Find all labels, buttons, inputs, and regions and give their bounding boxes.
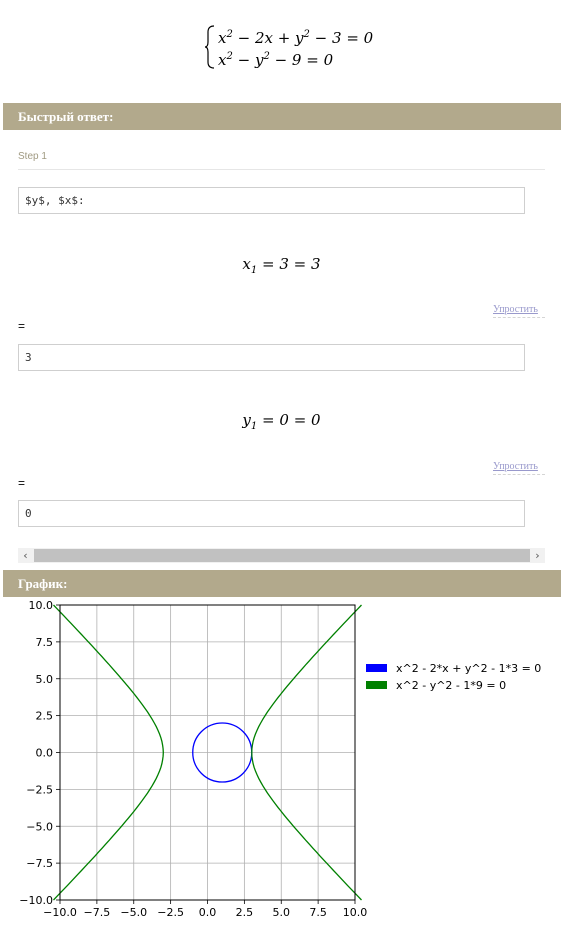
step-label: Step 1 [18, 151, 47, 162]
plot-grid [59, 604, 356, 901]
simplify-link-y[interactable]: Упростить [493, 461, 545, 475]
legend-label: x^2 - 2*x + y^2 - 1*3 = 0 [396, 662, 541, 675]
x-tick-label: −10.0 [43, 906, 77, 919]
horizontal-scrollbar[interactable]: ‹ › [18, 548, 545, 563]
y-tick-label: −2.5 [26, 783, 53, 796]
y-value-field[interactable]: 0 [18, 500, 525, 527]
equation-1: x2 − 2x + y2 − 3 = 0 [218, 29, 374, 47]
step-field[interactable]: $y$, $x$: [18, 187, 525, 214]
plot: −10.0 −7.5 −5.0 −2.5 0.0 2.5 5.0 7.5 10.0 10.0 7.5… [19, 599, 541, 919]
simplify-link-x[interactable]: Упростить [493, 304, 545, 318]
equals-sign-x: = [18, 319, 26, 333]
legend-swatch [366, 681, 387, 689]
x-tick-label: −7.5 [84, 906, 111, 919]
legend-label: x^2 - y^2 - 1*9 = 0 [396, 679, 506, 692]
plot-legend: x^2 - 2*x + y^2 - 1*3 = 0 x^2 - y^2 - 1*9… [366, 662, 541, 692]
scroll-right-icon[interactable]: › [530, 548, 545, 563]
equation-system: x2 − 2x + y2 − 3 = 0 x2 − y2 − 9 = 0 [204, 24, 374, 74]
y-tick-label: −7.5 [26, 857, 53, 870]
y-tick-label: 5.0 [36, 673, 54, 686]
y-tick-label: −5.0 [26, 820, 53, 833]
x-tick-label: 5.0 [273, 906, 291, 919]
x-value-field[interactable]: 3 [18, 344, 525, 371]
y-rest: = 0 = 0 [257, 411, 321, 429]
y-solution-line: y1 = 0 = 0 [0, 411, 563, 432]
x-var: x [242, 255, 251, 273]
x-tick-label: 2.5 [236, 906, 254, 919]
quick-answer-header: Быстрый ответ: [3, 103, 561, 130]
y-tick-label: 0.0 [36, 747, 54, 760]
x-rest: = 3 = 3 [257, 255, 321, 273]
y-var: y [242, 411, 251, 429]
x-tick-label: 10.0 [343, 906, 368, 919]
y-tick-label: 10.0 [29, 599, 54, 612]
equals-sign-y: = [18, 476, 26, 490]
y-tick-label: 7.5 [36, 636, 54, 649]
y-tick-label: 2.5 [36, 710, 54, 723]
x-tick-label: −2.5 [157, 906, 184, 919]
x-solution-line: x1 = 3 = 3 [0, 255, 563, 276]
x-tick-label: −5.0 [120, 906, 147, 919]
legend-swatch [366, 664, 387, 672]
equation-2: x2 − y2 − 9 = 0 [218, 51, 334, 69]
graph-header: График: [3, 570, 561, 597]
y-tick-label: −10.0 [19, 894, 53, 907]
step-divider [18, 169, 545, 170]
scroll-left-icon[interactable]: ‹ [18, 548, 33, 563]
x-tick-label: 7.5 [309, 906, 327, 919]
left-brace [204, 25, 215, 69]
x-tick-label: 0.0 [199, 906, 217, 919]
scrollbar-thumb[interactable] [34, 549, 530, 562]
